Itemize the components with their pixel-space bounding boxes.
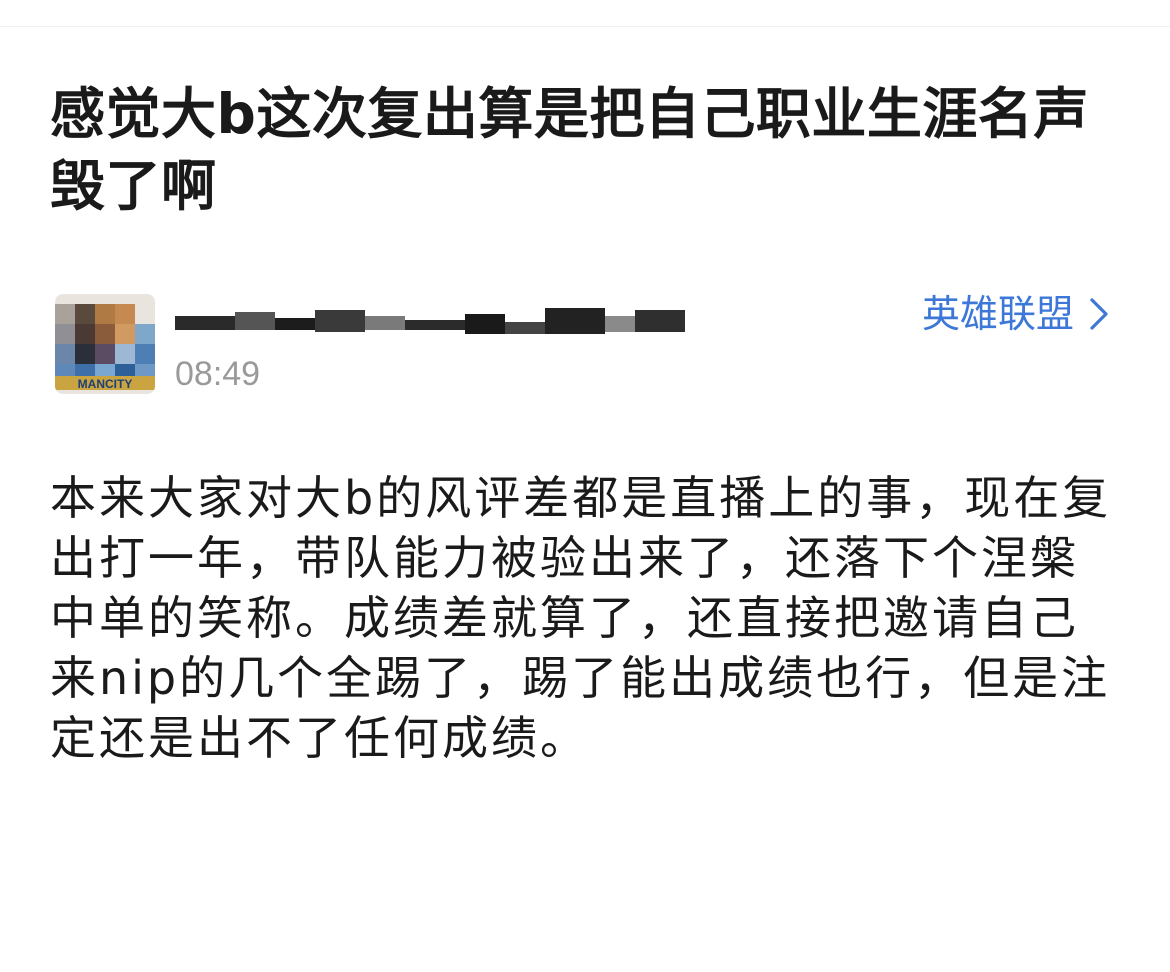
avatar[interactable]: MANCITY [55, 294, 155, 394]
avatar-text: MANCITY [78, 377, 133, 391]
post-time: 08:49 [175, 355, 261, 393]
post-title: 感觉大b这次复出算是把自己职业生涯名声毁了啊 [50, 82, 1089, 218]
forum-label: 英雄联盟 [921, 292, 1074, 336]
author-row: MANCITY 08:49 英雄联盟 [50, 292, 1120, 402]
chevron-right-icon [1090, 298, 1108, 330]
avatar-image: MANCITY [55, 294, 155, 394]
forum-link[interactable]: 英雄联盟 [922, 292, 1112, 336]
top-divider [0, 26, 1170, 27]
post-body: 本来大家对大b的风评差都是直播上的事，现在复出打一年，带队能力被验出来了，还落下… [50, 471, 1112, 765]
author-name-redacted[interactable] [175, 298, 685, 338]
